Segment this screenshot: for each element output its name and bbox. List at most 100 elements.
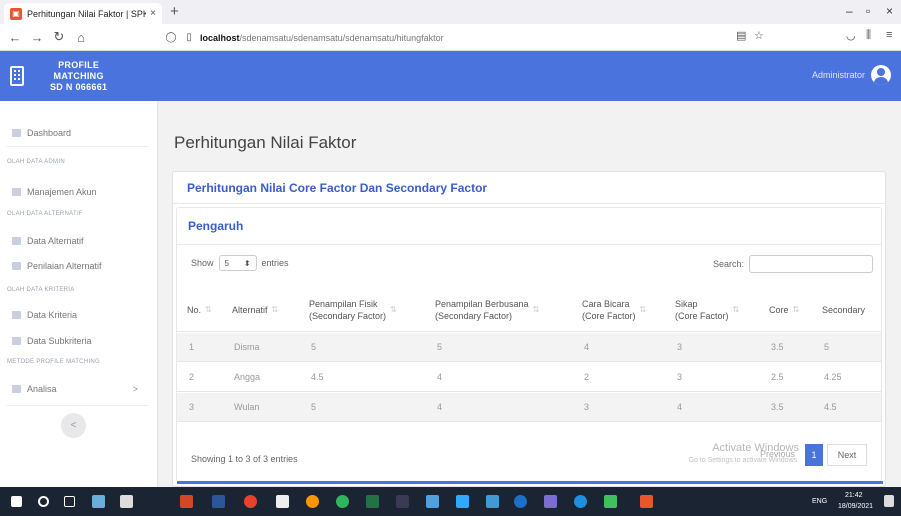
sidebar-item-data-alternatif[interactable]: Data Alternatif xyxy=(12,236,84,246)
user-name: Administrator xyxy=(811,70,865,80)
user-menu[interactable]: Administrator xyxy=(812,65,891,85)
brand[interactable]: PROFILE MATCHING SD N 066661 xyxy=(0,51,158,101)
table-icon xyxy=(12,311,21,319)
table-cell: 4 xyxy=(677,402,683,412)
panel-title: Pengaruh xyxy=(188,219,244,233)
url-path: /sdenamsatu/sdenamsatu/sdenamsatu/hitung… xyxy=(239,32,444,43)
column-header[interactable]: Core ⇅ xyxy=(769,288,799,332)
table-cell: 2 xyxy=(584,372,590,382)
sidebar-item-data-kriteria[interactable]: Data Kriteria xyxy=(12,310,77,320)
menu-icon[interactable]: ≡ xyxy=(886,29,892,41)
table-cell: 3 xyxy=(677,372,683,382)
section-metode-profile-matching: METODE PROFILE MATCHING xyxy=(7,359,101,365)
divider xyxy=(173,203,885,204)
column-header[interactable]: Penampilan Berbusana (Secondary Factor) ⇅ xyxy=(435,288,539,332)
table-cell: 2.5 xyxy=(771,372,784,382)
word-icon[interactable] xyxy=(212,495,225,508)
app-icon[interactable] xyxy=(604,495,617,508)
table-row: 1 Disma 5 5 4 3 3.5 5 xyxy=(177,333,881,362)
previous-button[interactable]: Activate Windows Go to Settings to activ… xyxy=(689,442,805,466)
table-cell: 3.5 xyxy=(771,402,784,412)
page-1-button[interactable]: 1 xyxy=(805,444,823,466)
taskbar-store-icon[interactable] xyxy=(120,495,133,508)
opera-icon[interactable] xyxy=(244,495,257,508)
table-cell: 5 xyxy=(311,342,317,352)
taskbar-app-icon[interactable] xyxy=(92,495,105,508)
search-icon[interactable] xyxy=(38,496,49,507)
clock-date[interactable]: 18/09/2021 xyxy=(838,503,873,510)
language-indicator[interactable]: ENG xyxy=(812,498,827,505)
app-icon[interactable] xyxy=(544,495,557,508)
chrome-icon[interactable] xyxy=(336,495,349,508)
app-icon[interactable] xyxy=(640,495,653,508)
sidebar-item-data-subkriteria[interactable]: Data Subkriteria xyxy=(12,336,92,346)
window-close-icon[interactable]: × xyxy=(886,4,893,18)
select-arrow-icon: ⬍ xyxy=(243,258,251,268)
tab-close-icon[interactable]: × xyxy=(150,8,156,19)
table-cell: 3.5 xyxy=(771,342,784,352)
search-control: Search: xyxy=(713,255,874,273)
table-cell: 5 xyxy=(824,342,830,352)
table-row: 2 Angga 4.5 4 2 3 2.5 4.25 xyxy=(177,363,881,392)
excel-icon[interactable] xyxy=(366,495,379,508)
section-olah-data-admin: OLAH DATA ADMIN xyxy=(7,159,65,165)
pagination: Activate Windows Go to Settings to activ… xyxy=(689,442,867,466)
minimize-icon[interactable]: – xyxy=(846,4,853,18)
divider xyxy=(7,146,149,147)
notification-icon[interactable] xyxy=(884,495,894,507)
sidebar-item-analisa[interactable]: Analisa > xyxy=(12,384,148,394)
task-view-icon[interactable] xyxy=(64,496,75,507)
sort-icon: ⇅ xyxy=(390,305,397,314)
browser-tab[interactable]: ▣ Perhitungan Nilai Faktor | SPK P × xyxy=(4,3,162,24)
table-header: No. ⇅ Alternatif ⇅ Penampilan Fisik (Secondar… xyxy=(177,288,881,332)
clock-time[interactable]: 21:42 xyxy=(845,492,863,499)
table-info: Showing 1 to 3 of 3 entries xyxy=(191,454,298,464)
edge-icon[interactable] xyxy=(574,495,587,508)
app-icon[interactable] xyxy=(426,495,439,508)
powerpoint-icon[interactable] xyxy=(180,495,193,508)
sidebar-item-akun[interactable]: Manajemen Akun xyxy=(12,187,97,197)
table-cell: Disma xyxy=(234,342,260,352)
next-button[interactable]: Next xyxy=(827,444,867,466)
column-header[interactable]: No. ⇅ xyxy=(187,288,212,332)
new-tab-button[interactable]: + xyxy=(170,3,179,20)
forward-arrow-icon[interactable]: → xyxy=(26,30,48,45)
card-title: Perhitungan Nilai Core Factor Dan Second… xyxy=(187,181,488,195)
bookmark-star-icon[interactable]: ☆ xyxy=(754,29,764,42)
search-input[interactable] xyxy=(749,255,874,273)
browser-navbar: ← → ↻ ⌂ ◯ ▯ localhost /sdenamsatu/sdenam… xyxy=(0,24,901,51)
sidebar-toggle-button[interactable]: < xyxy=(61,413,86,438)
visio-icon[interactable] xyxy=(486,495,499,508)
sidebar-item-penilaian[interactable]: Penilaian Alternatif xyxy=(12,261,102,271)
library-icon[interactable]: ⫼ xyxy=(866,29,871,42)
table-cell: 3 xyxy=(584,402,590,412)
photoshop-icon[interactable] xyxy=(456,495,469,508)
home-icon[interactable]: ⌂ xyxy=(70,30,92,45)
maximize-icon[interactable]: ▫ xyxy=(866,4,870,18)
column-header[interactable]: Sikap (Core Factor) ⇅ xyxy=(675,288,739,332)
firefox-icon[interactable] xyxy=(306,495,319,508)
column-header[interactable]: Cara Bicara (Core Factor) ⇅ xyxy=(582,288,646,332)
column-header[interactable]: Alternatif ⇅ xyxy=(232,288,278,332)
reader-view-icon[interactable]: ▤ xyxy=(736,29,746,42)
app-icon[interactable] xyxy=(396,495,409,508)
column-header[interactable]: Secondary xyxy=(822,288,865,332)
page-length-select[interactable]: 5 ⬍ xyxy=(218,255,257,271)
sort-icon: ⇅ xyxy=(532,305,540,314)
notepad-icon[interactable] xyxy=(276,495,289,508)
url-bar[interactable]: ◯ ▯ localhost /sdenamsatu/sdenamsatu/sde… xyxy=(164,28,784,47)
table-cell: 4.5 xyxy=(311,372,324,382)
shield-icon: ◯ xyxy=(165,32,177,43)
folder-icon xyxy=(12,385,21,393)
sort-icon: ⇅ xyxy=(205,305,212,314)
windows-taskbar: ENG 21:42 18/09/2021 xyxy=(0,487,901,516)
sort-icon: ⇅ xyxy=(792,305,800,314)
sidebar-item-dashboard[interactable]: Dashboard xyxy=(12,128,71,138)
section-olah-data-alternatif: OLAH DATA ALTERNATIF xyxy=(7,211,83,217)
reload-icon[interactable]: ↻ xyxy=(48,29,70,45)
back-arrow-icon[interactable]: ← xyxy=(4,30,26,45)
column-header[interactable]: Penampilan Fisik (Secondary Factor) ⇅ xyxy=(309,288,397,332)
ie-icon[interactable] xyxy=(514,495,527,508)
pocket-icon[interactable]: ◡ xyxy=(846,29,856,42)
windows-start-icon[interactable] xyxy=(11,496,22,507)
